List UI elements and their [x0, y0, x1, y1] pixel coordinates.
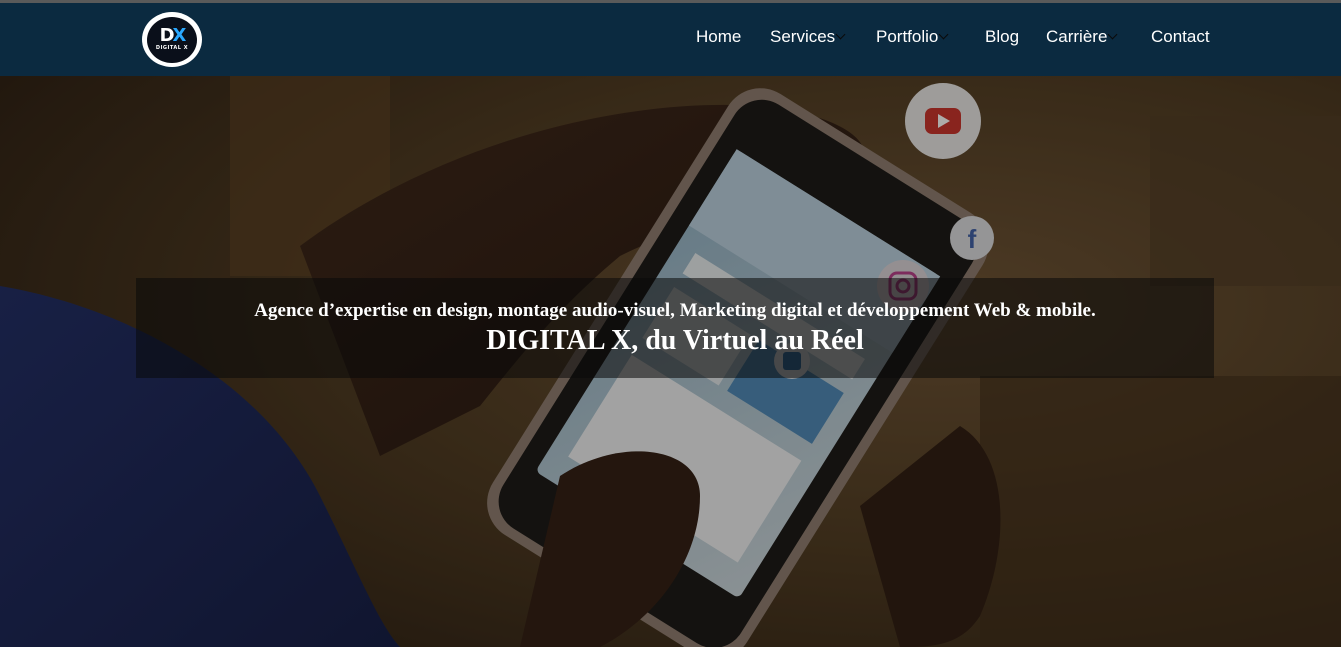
nav-item-blog[interactable]: Blog [985, 26, 1019, 48]
nav-label: Blog [985, 27, 1020, 46]
hero-section: f Agence d’expertise en design, montage … [0, 76, 1341, 647]
nav-label: Carrière [1046, 27, 1108, 46]
nav-item-carriere[interactable]: Carrière [1046, 26, 1118, 48]
hero-subtitle: Agence d’expertise en design, montage au… [254, 300, 1096, 321]
chevron-down-icon [938, 29, 949, 40]
nav-label: Portfolio [876, 27, 939, 46]
hero-banner: Agence d’expertise en design, montage au… [136, 278, 1214, 378]
nav-item-portfolio[interactable]: Portfolio [876, 26, 949, 48]
nav-label: Contact [1151, 27, 1210, 46]
navbar: DX DIGITAL X Home Services Portfolio Blo… [0, 3, 1341, 76]
hero-title: DIGITAL X, du Virtuel au Réel [486, 325, 864, 356]
chevron-down-icon [1107, 29, 1118, 40]
nav-label: Home [696, 27, 742, 46]
main-nav: Home Services Portfolio Blog Carrière Co… [0, 3, 1341, 76]
nav-item-services[interactable]: Services [770, 26, 846, 48]
nav-item-contact[interactable]: Contact [1151, 26, 1210, 48]
chevron-down-icon [835, 29, 846, 40]
nav-item-home[interactable]: Home [696, 26, 741, 48]
nav-label: Services [770, 27, 836, 46]
